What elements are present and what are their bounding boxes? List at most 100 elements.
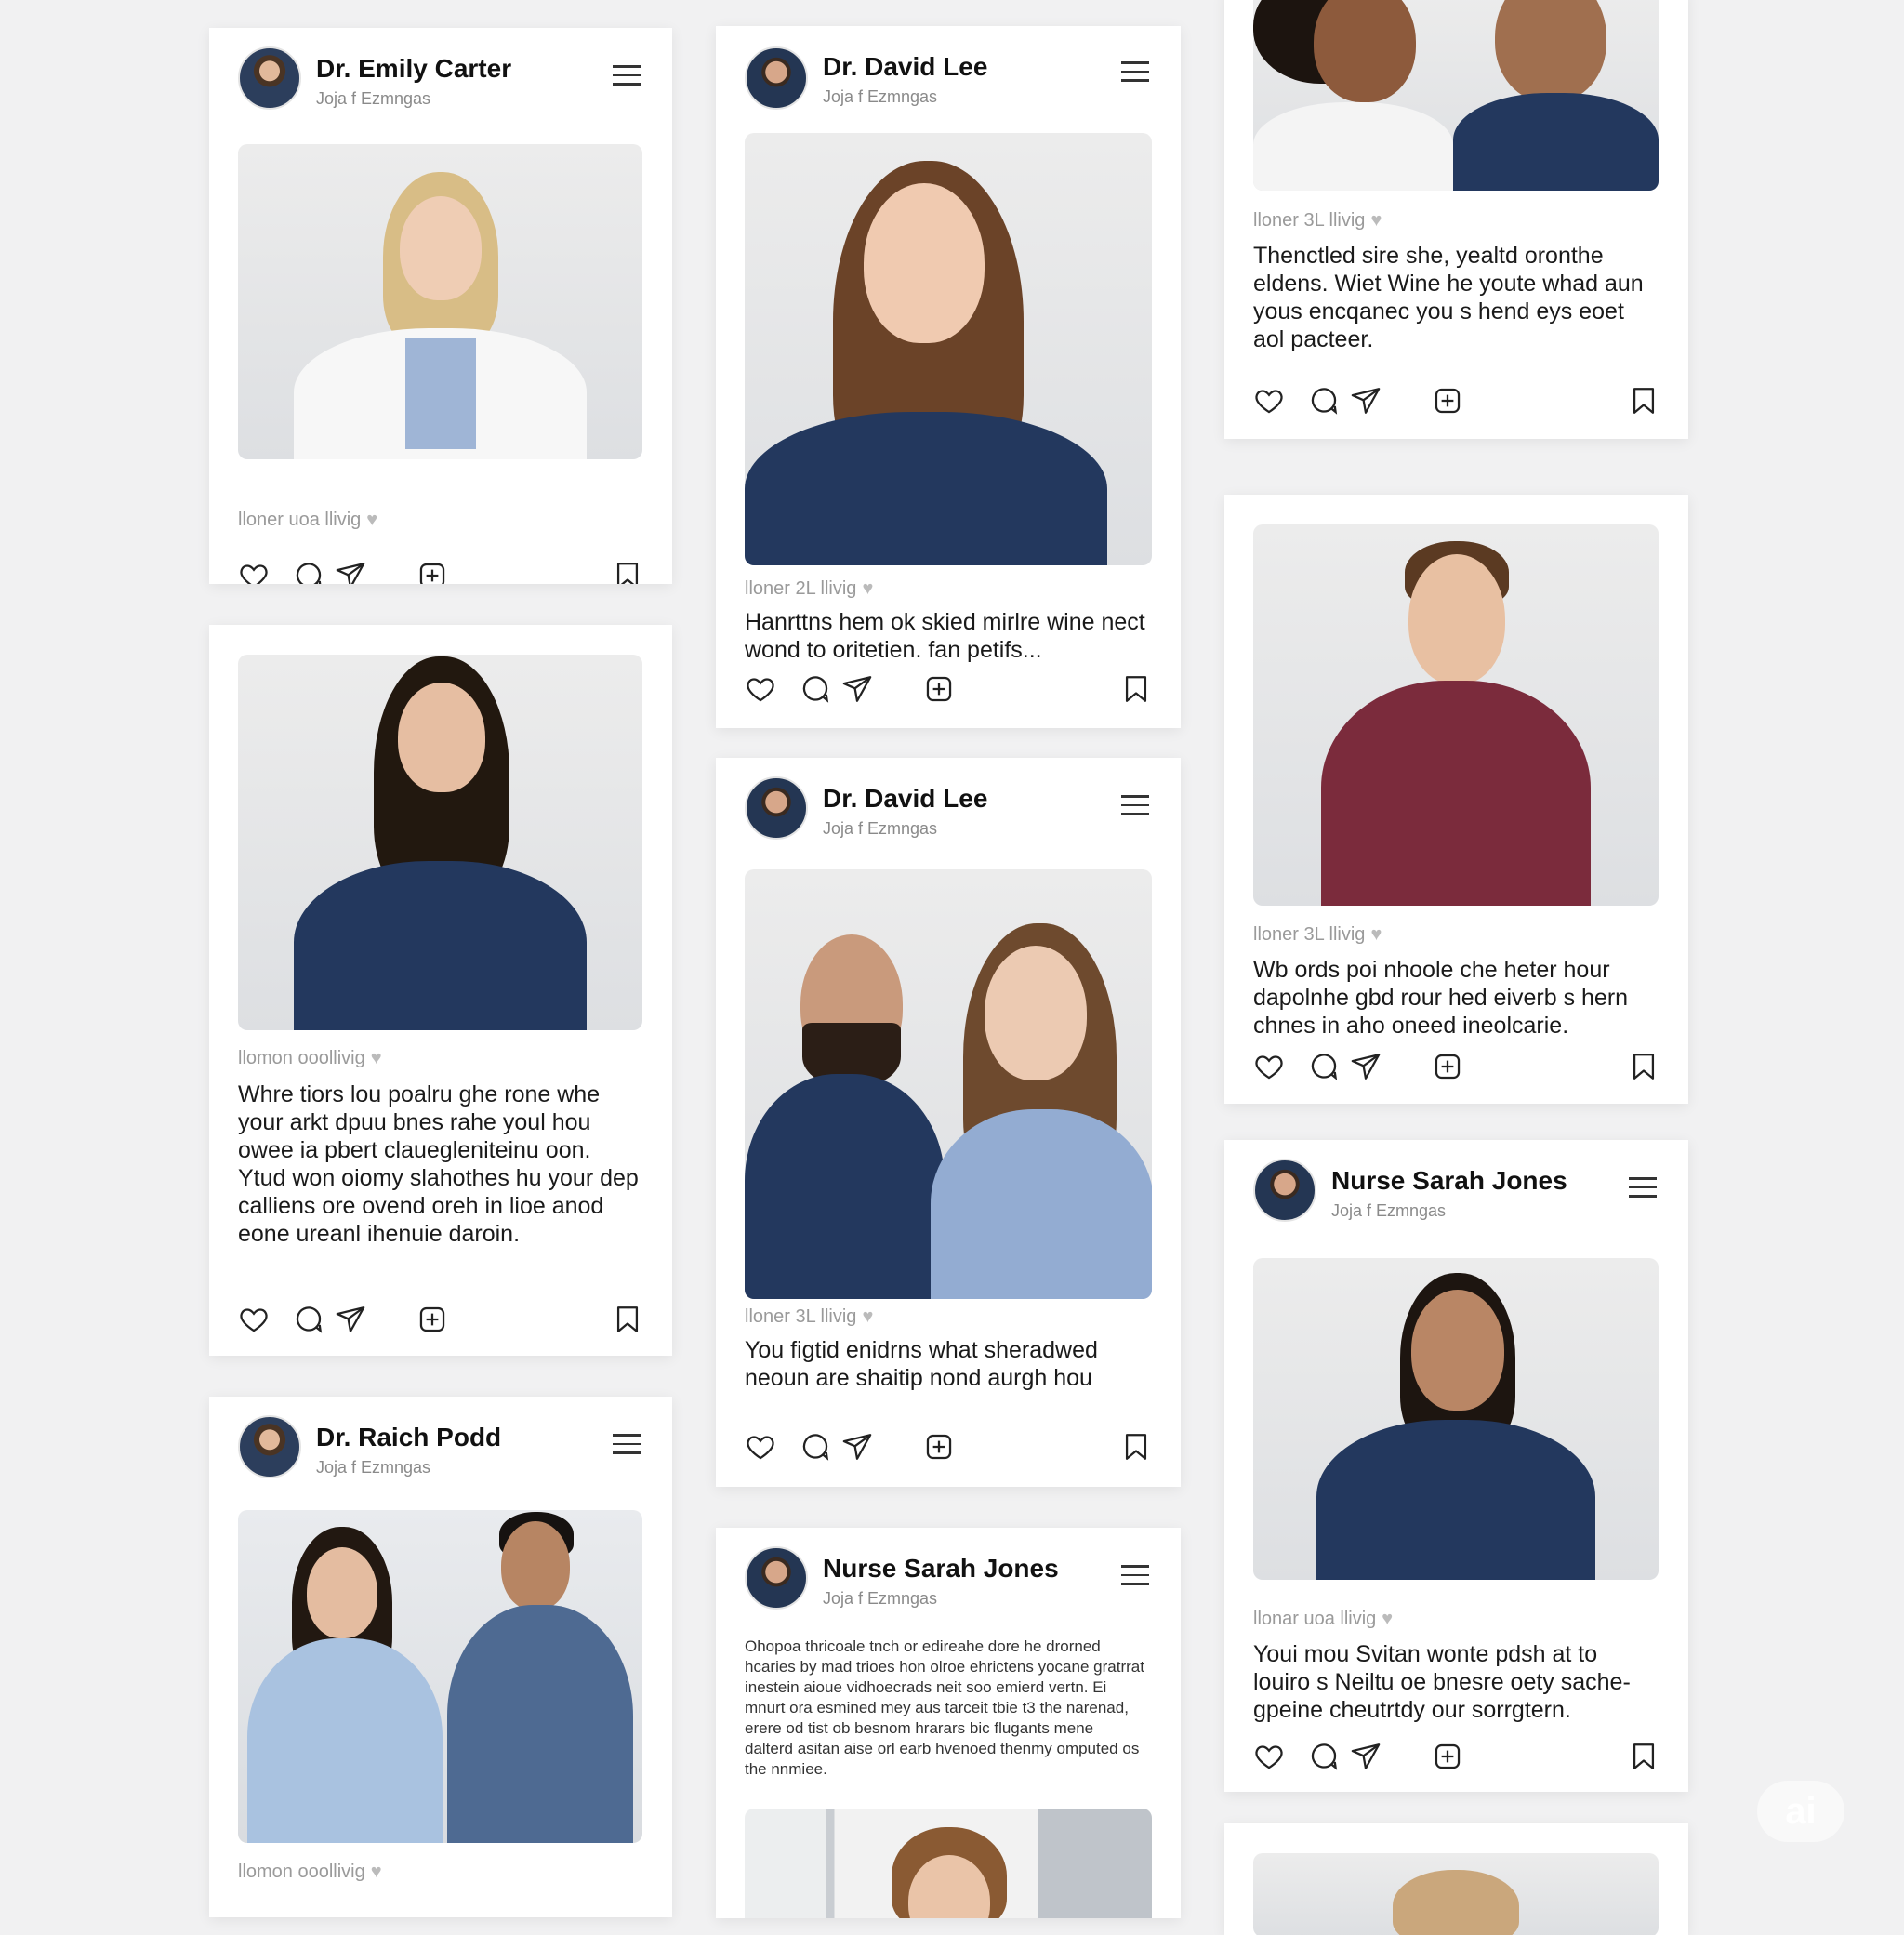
likes-count: lloner 3L llivig ♥ <box>745 1306 874 1327</box>
likes-count: lloner 3L llivig ♥ <box>1253 924 1382 945</box>
post-photo[interactable] <box>238 1510 642 1843</box>
post-card: Nurse Sarah Jones Joja f Ezmngas Ohopoa … <box>716 1528 1181 1918</box>
bookmark-icon[interactable] <box>1628 1741 1659 1772</box>
plus-square-icon[interactable] <box>923 673 955 705</box>
send-icon[interactable] <box>1350 385 1382 417</box>
heart-icon[interactable] <box>238 1304 270 1335</box>
heart-icon[interactable] <box>1253 1051 1285 1082</box>
heart-icon[interactable] <box>745 673 776 705</box>
post-caption: Wb ords poi nhoole che heter hour dapoln… <box>1253 957 1629 1039</box>
post-subtitle: Joja f Ezmngas <box>823 87 938 106</box>
send-icon[interactable] <box>335 560 366 584</box>
post-photo[interactable] <box>238 144 642 459</box>
watermark-logo: ai <box>1757 1781 1844 1842</box>
post-subtitle: Joja f Ezmngas <box>316 1458 431 1477</box>
plus-square-icon[interactable] <box>1432 1741 1463 1772</box>
comment-icon[interactable] <box>1308 1051 1340 1082</box>
comment-icon[interactable] <box>1308 1741 1340 1772</box>
likes-count: llonar uoa llivig ♥ <box>1253 1609 1394 1629</box>
action-bar <box>238 1304 643 1337</box>
heart-small-icon: ♥ <box>1370 210 1382 231</box>
action-bar <box>1253 1741 1659 1774</box>
post-header: Dr. Raich Podd Joja f Ezmngas <box>209 1397 672 1490</box>
post-photo[interactable] <box>1253 1258 1659 1580</box>
post-author[interactable]: Dr. David Lee <box>823 52 987 82</box>
menu-icon[interactable] <box>1121 1565 1149 1587</box>
plus-square-icon[interactable] <box>416 560 448 584</box>
post-subtitle: Joja f Ezmngas <box>316 89 431 108</box>
comment-icon[interactable] <box>293 560 324 584</box>
bookmark-icon[interactable] <box>1120 1431 1152 1463</box>
action-bar <box>1253 1051 1659 1084</box>
post-caption: You figtid enidrns what sheradwed neoun … <box>745 1337 1098 1391</box>
post-card: Dr. Emily Carter Joja f Ezmngas lloner u… <box>209 28 672 584</box>
action-bar <box>1253 385 1659 418</box>
post-photo[interactable] <box>1253 524 1659 906</box>
bookmark-icon[interactable] <box>1628 385 1659 417</box>
post-author[interactable]: Dr. Emily Carter <box>316 54 511 84</box>
post-photo[interactable] <box>745 869 1152 1299</box>
heart-icon[interactable] <box>745 1431 776 1463</box>
plus-square-icon[interactable] <box>416 1304 448 1335</box>
avatar[interactable] <box>745 46 808 110</box>
heart-small-icon: ♥ <box>1370 924 1382 945</box>
send-icon[interactable] <box>841 1431 873 1463</box>
post-photo[interactable] <box>1253 1853 1659 1935</box>
bookmark-icon[interactable] <box>612 560 643 584</box>
post-caption: Youi mou Svitan wonte pdsh at to louiro … <box>1253 1641 1631 1723</box>
action-bar <box>238 560 643 584</box>
menu-icon[interactable] <box>613 1434 641 1456</box>
plus-square-icon[interactable] <box>1432 1051 1463 1082</box>
send-icon[interactable] <box>1350 1741 1382 1772</box>
heart-small-icon: ♥ <box>370 1048 382 1068</box>
post-photo[interactable] <box>745 133 1152 565</box>
bookmark-icon[interactable] <box>612 1304 643 1335</box>
send-icon[interactable] <box>841 673 873 705</box>
comment-icon[interactable] <box>800 1431 831 1463</box>
action-bar <box>745 673 1152 707</box>
avatar[interactable] <box>1253 1159 1316 1222</box>
post-card: llomon ooollivig ♥ Whre tiors lou poalru … <box>209 625 672 1356</box>
post-caption: Hanrttns hem ok skied mirlre wine nect w… <box>745 609 1145 663</box>
avatar[interactable] <box>745 776 808 840</box>
post-photo[interactable] <box>745 1809 1152 1918</box>
post-photo[interactable] <box>1253 0 1659 191</box>
avatar[interactable] <box>745 1546 808 1610</box>
post-card: Dr. Raich Podd Joja f Ezmngas llomon ooo… <box>209 1397 672 1917</box>
likes-count: llomon ooollivig ♥ <box>238 1862 382 1882</box>
post-photo[interactable] <box>238 655 642 1030</box>
likes-count: lloner 2L llivig ♥ <box>745 578 874 599</box>
send-icon[interactable] <box>335 1304 366 1335</box>
heart-icon[interactable] <box>1253 385 1285 417</box>
heart-icon[interactable] <box>1253 1741 1285 1772</box>
action-bar <box>745 1431 1152 1465</box>
likes-count: llomon ooollivig ♥ <box>238 1048 382 1068</box>
post-card: Nurse Sarah Jones Joja f Ezmngas llonar … <box>1224 1140 1688 1792</box>
avatar[interactable] <box>238 46 301 110</box>
heart-small-icon: ♥ <box>1382 1609 1394 1629</box>
heart-icon[interactable] <box>238 560 270 584</box>
post-author[interactable]: Nurse Sarah Jones <box>1331 1166 1567 1196</box>
menu-icon[interactable] <box>1629 1177 1657 1199</box>
comment-icon[interactable] <box>800 673 831 705</box>
post-author[interactable]: Nurse Sarah Jones <box>823 1554 1059 1584</box>
post-header: Dr. David Lee Joja f Ezmngas <box>716 758 1181 851</box>
bookmark-icon[interactable] <box>1120 673 1152 705</box>
post-card: lloner 3L llivig ♥ Wb ords poi nhoole che… <box>1224 495 1688 1104</box>
send-icon[interactable] <box>1350 1051 1382 1082</box>
post-subtitle: Joja f Ezmngas <box>1331 1201 1447 1220</box>
post-subtitle: Joja f Ezmngas <box>823 1589 938 1608</box>
menu-icon[interactable] <box>1121 795 1149 817</box>
post-header: Dr. Emily Carter Joja f Ezmngas <box>209 28 672 121</box>
menu-icon[interactable] <box>613 65 641 87</box>
post-author[interactable]: Dr. Raich Podd <box>316 1423 501 1452</box>
plus-square-icon[interactable] <box>923 1431 955 1463</box>
comment-icon[interactable] <box>1308 385 1340 417</box>
post-header: Dr. David Lee Joja f Ezmngas <box>716 26 1181 119</box>
menu-icon[interactable] <box>1121 61 1149 84</box>
comment-icon[interactable] <box>293 1304 324 1335</box>
plus-square-icon[interactable] <box>1432 385 1463 417</box>
bookmark-icon[interactable] <box>1628 1051 1659 1082</box>
avatar[interactable] <box>238 1415 301 1478</box>
post-author[interactable]: Dr. David Lee <box>823 784 987 814</box>
